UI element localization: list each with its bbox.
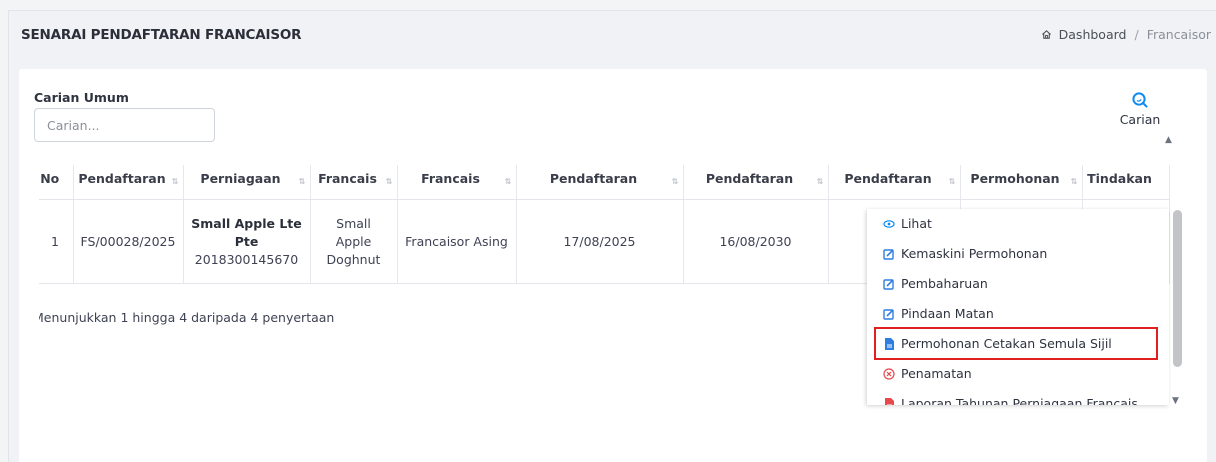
column-header[interactable]: Tindakan [1082, 165, 1170, 200]
scrollbar-thumb[interactable] [1173, 210, 1182, 367]
edit-icon [883, 278, 895, 290]
column-header[interactable]: Permohonan ⇅ [960, 165, 1083, 200]
menu-item-laporan-tahunan[interactable]: Laporan Tahunan Perniagaan Francais [867, 389, 1167, 405]
sort-icon: ⇅ [1070, 177, 1078, 186]
column-header[interactable]: Pendaftaran ⇅ [516, 165, 684, 200]
company-name: Small Apple Lte Pte [191, 215, 302, 249]
edit-icon [883, 308, 895, 320]
sort-icon: ⇅ [171, 177, 179, 186]
sort-icon: ⇅ [385, 177, 393, 186]
column-header[interactable]: Francais ⇅ [397, 165, 517, 200]
menu-item-penamatan[interactable]: Penamatan [867, 359, 1167, 388]
cell-end-date: 16/08/2030 [683, 199, 829, 284]
page-frame: SENARAI PENDAFTARAN FRANCAISOR Dashboard… [8, 10, 1216, 462]
cell-company: Small Apple Lte Pte 2018300145670 [183, 199, 311, 284]
breadcrumb-current: Francaisor [1146, 27, 1211, 42]
scroll-up-arrow[interactable]: ▲ [1165, 135, 1172, 145]
search-input[interactable] [34, 108, 215, 142]
column-header[interactable]: Perniagaan ⇅ [183, 165, 311, 200]
search-icon [1132, 92, 1148, 108]
cell-registration-number: FS/00028/2025 [73, 199, 184, 284]
breadcrumb-home[interactable]: Dashboard [1059, 27, 1127, 42]
search-label: Carian Umum [34, 90, 129, 105]
column-header[interactable]: Pendaftaran ⇅ [828, 165, 961, 200]
cell-no: 1 [39, 199, 74, 284]
close-circle-icon [883, 367, 895, 380]
menu-item-pindaan-matan[interactable]: Pindaan Matan [867, 299, 1167, 328]
action-dropdown-menu: Lihat Kemaskini Permohonan Pembaharuan P… [867, 209, 1169, 405]
search-button[interactable]: Carian [1115, 91, 1165, 137]
menu-item-permohonan-cetakan-semula-sijil[interactable]: Permohonan Cetakan Semula Sijil [874, 327, 1158, 360]
search-button-label: Carian [1119, 112, 1161, 127]
breadcrumb-separator: / [1134, 27, 1139, 42]
column-header[interactable]: Pendaftaran ⇅ [73, 165, 184, 200]
sort-icon: ⇅ [504, 177, 512, 186]
scroll-down-arrow[interactable]: ▼ [1172, 396, 1179, 406]
cell-franchise-name: Small Apple Doghnut [310, 199, 398, 284]
page-header: SENARAI PENDAFTARAN FRANCAISOR Dashboard… [9, 11, 1216, 57]
sort-icon: ⇅ [816, 177, 824, 186]
cell-franchise-type: Francaisor Asing [397, 199, 517, 284]
menu-item-pembaharuan[interactable]: Pembaharuan [867, 269, 1167, 298]
breadcrumb: Dashboard / Francaisor [1041, 27, 1211, 42]
sort-icon: ⇅ [298, 177, 306, 186]
page-title: SENARAI PENDAFTARAN FRANCAISOR [21, 27, 302, 43]
column-header[interactable]: Pendaftaran ⇅ [683, 165, 829, 200]
table-info: Menunjukkan 1 hingga 4 daripada 4 penyer… [39, 310, 335, 325]
home-icon [1041, 30, 1051, 39]
file-icon [883, 397, 895, 405]
column-header[interactable]: Francais ⇅ [310, 165, 398, 200]
file-icon [883, 337, 895, 350]
edit-icon [883, 248, 895, 260]
table-header-row: No Pendaftaran ⇅ Perniagaan ⇅ Francais ⇅ Fr… [39, 165, 1170, 200]
sort-icon: ⇅ [948, 177, 956, 186]
cell-start-date: 17/08/2025 [516, 199, 684, 284]
sort-icon: ⇅ [671, 177, 679, 186]
company-number: 2018300145670 [194, 251, 299, 267]
column-header[interactable]: No [39, 165, 74, 200]
menu-item-lihat[interactable]: Lihat [867, 209, 1167, 238]
eye-icon [883, 218, 895, 230]
menu-item-kemaskini-permohonan[interactable]: Kemaskini Permohonan [867, 239, 1167, 268]
